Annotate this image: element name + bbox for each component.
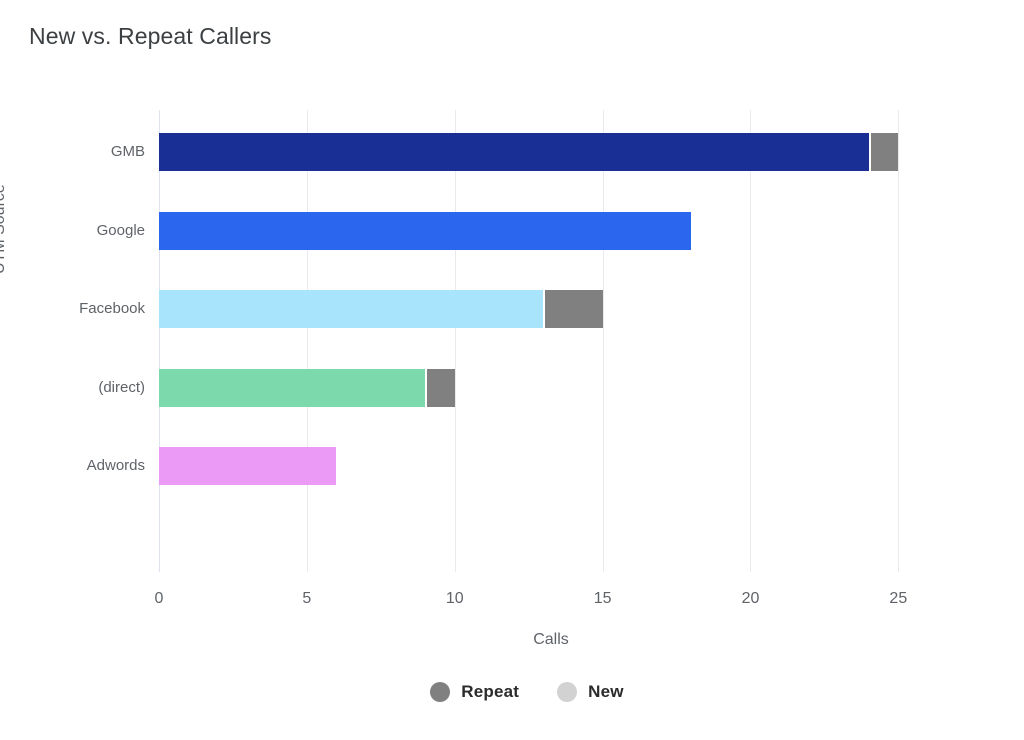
x-tick-5: 5: [302, 590, 312, 607]
bar-segment-new-adwords[interactable]: [159, 447, 337, 485]
bar-segment-repeat-gmb[interactable]: [868, 133, 899, 171]
y-axis-label-gmb: GMB: [110, 143, 145, 160]
plot-area: [159, 110, 922, 572]
gridline-15: [602, 110, 604, 572]
bar-segment-new-google[interactable]: [159, 212, 692, 250]
legend-swatch-circle-icon: [430, 682, 451, 702]
table-row[interactable]: [159, 290, 603, 328]
bar-segment-repeat-facebook[interactable]: [543, 290, 603, 328]
x-axis-tick-labels: 0 5 10 15 20 25: [155, 590, 922, 612]
y-axis-label-adwords: Adwords: [86, 457, 145, 474]
x-tick-0: 0: [154, 590, 164, 607]
legend-label-new: New: [588, 682, 624, 701]
x-axis-title: Calls: [533, 631, 569, 648]
table-row[interactable]: [159, 133, 899, 171]
x-tick-25: 25: [889, 590, 908, 607]
legend-item-new[interactable]: New: [557, 682, 624, 702]
bar-segment-new-facebook[interactable]: [159, 290, 544, 328]
y-axis-label-facebook: Facebook: [79, 300, 145, 317]
x-tick-10: 10: [445, 590, 464, 607]
bar-segment-new-gmb[interactable]: [159, 133, 869, 171]
gridline-20: [750, 110, 752, 572]
gridline-5: [306, 110, 308, 572]
x-tick-20: 20: [741, 590, 760, 607]
gridline-25: [898, 110, 900, 572]
table-row[interactable]: [159, 212, 692, 250]
y-axis-label-direct: (direct): [98, 379, 145, 396]
y-axis-category-labels: GMB Google Facebook (direct) Adwords: [0, 110, 145, 572]
table-row[interactable]: [159, 447, 337, 485]
y-axis-label-google: Google: [96, 222, 145, 239]
table-row[interactable]: [159, 369, 455, 407]
legend-swatch-circle-icon: [557, 682, 578, 702]
gridline-0: [159, 110, 160, 572]
page-title: New vs. Repeat Callers: [29, 23, 272, 49]
bar-segment-repeat-direct[interactable]: [425, 369, 455, 407]
chart-legend: Repeat New: [0, 682, 1024, 702]
legend-item-repeat[interactable]: Repeat: [430, 682, 519, 702]
x-tick-15: 15: [593, 590, 612, 607]
legend-label-repeat: Repeat: [461, 682, 520, 701]
bar-segment-new-direct[interactable]: [159, 369, 426, 407]
gridline-10: [454, 110, 456, 572]
